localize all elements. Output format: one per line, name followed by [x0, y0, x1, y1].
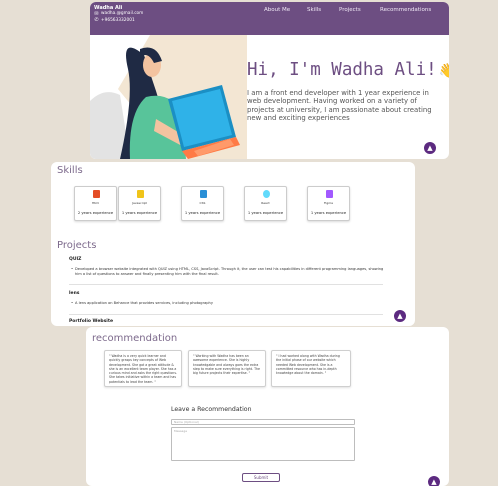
- skill-experience: 1 years experience: [310, 211, 347, 215]
- project-desc-quiz: Developed a browser website integrated w…: [71, 267, 387, 277]
- hero-title: Hi, I'm Wadha Ali! 👋: [247, 60, 449, 80]
- arrow-up-icon: ▲: [397, 312, 403, 320]
- phone-text[interactable]: +96563332001: [101, 18, 135, 24]
- project-name-quiz: QUIZ: [69, 257, 82, 262]
- scroll-to-top-button[interactable]: ▲: [424, 142, 436, 154]
- recommendations-section: recommendation " Wadha is a very quick l…: [86, 327, 449, 486]
- skill-card-html: Html 2 years experience: [74, 186, 117, 221]
- html5-icon: [93, 190, 100, 198]
- skill-card-react: React 1 years experience: [244, 186, 287, 221]
- scroll-to-top-button[interactable]: ▲: [394, 310, 406, 322]
- skill-card-figma: Figma 1 years experience: [307, 186, 350, 221]
- divider: [69, 284, 383, 285]
- skill-name: React: [261, 201, 270, 205]
- form-title: Leave a Recommendation: [171, 406, 252, 413]
- arrow-up-icon: ▲: [427, 144, 433, 152]
- submit-button[interactable]: Submit: [242, 473, 280, 482]
- skills-title: Skills: [57, 165, 83, 176]
- projects-title: Projects: [57, 240, 97, 251]
- skill-experience: 1 years experience: [247, 211, 284, 215]
- recommendations-title: recommendation: [92, 333, 178, 344]
- waving-hand-icon: 👋: [438, 63, 449, 79]
- project-name-lens: lens: [69, 291, 80, 296]
- nav-recommendations[interactable]: Recommendations: [380, 7, 431, 13]
- phone-icon: ✆: [94, 17, 99, 24]
- skill-card-css: CSS 1 years experience: [181, 186, 224, 221]
- skill-name: Figma: [323, 201, 333, 205]
- message-textarea[interactable]: Message: [171, 427, 355, 461]
- project-desc-lens: A lens application on Behance that provi…: [71, 301, 375, 306]
- phone-row: ✆ +96563332001: [94, 18, 143, 24]
- css3-icon: [200, 190, 207, 198]
- top-header: Wadha Ali ✉ wadha.@gmail.com ✆ +96563332…: [90, 2, 449, 35]
- divider: [69, 314, 383, 315]
- javascript-icon: [137, 190, 144, 198]
- skill-name: Html: [91, 201, 100, 205]
- react-icon: [263, 190, 270, 198]
- skills-projects-section: Skills Html 2 years experience Javascrip…: [51, 162, 415, 326]
- scroll-to-top-button[interactable]: ▲: [428, 476, 440, 486]
- name-input[interactable]: Name (Optional): [171, 419, 355, 425]
- project-name-portfolio: Portfolio Website: [69, 319, 114, 324]
- hero-description: I am a front end developer with 1 year e…: [247, 89, 432, 123]
- skill-experience: 1 years experience: [184, 211, 221, 215]
- mail-icon: ✉: [94, 10, 99, 17]
- skill-experience: 2 years experience: [77, 211, 114, 215]
- skill-card-javascript: Javascript 1 years experience: [118, 186, 161, 221]
- recommendation-card: " Working with Wadha has been an awesome…: [188, 350, 266, 387]
- nav-projects[interactable]: Projects: [339, 7, 361, 13]
- contact-info: Wadha Ali ✉ wadha.@gmail.com ✆ +96563332…: [94, 5, 143, 24]
- recommendation-card: " I had worked along with Wadha during t…: [271, 350, 351, 387]
- skill-name: CSS: [199, 201, 206, 205]
- arrow-up-icon: ▲: [431, 478, 437, 486]
- figma-icon: [326, 190, 333, 198]
- developer-illustration: [90, 35, 247, 159]
- nav-skills[interactable]: Skills: [307, 7, 321, 13]
- about-section: Wadha Ali ✉ wadha.@gmail.com ✆ +96563332…: [90, 2, 449, 159]
- skill-name: Javascript: [132, 201, 147, 205]
- nav-about-me[interactable]: About Me: [264, 7, 290, 13]
- skill-experience: 1 years experience: [121, 211, 158, 215]
- recommendation-card: " Wadha is a very quick learner and quic…: [104, 350, 182, 387]
